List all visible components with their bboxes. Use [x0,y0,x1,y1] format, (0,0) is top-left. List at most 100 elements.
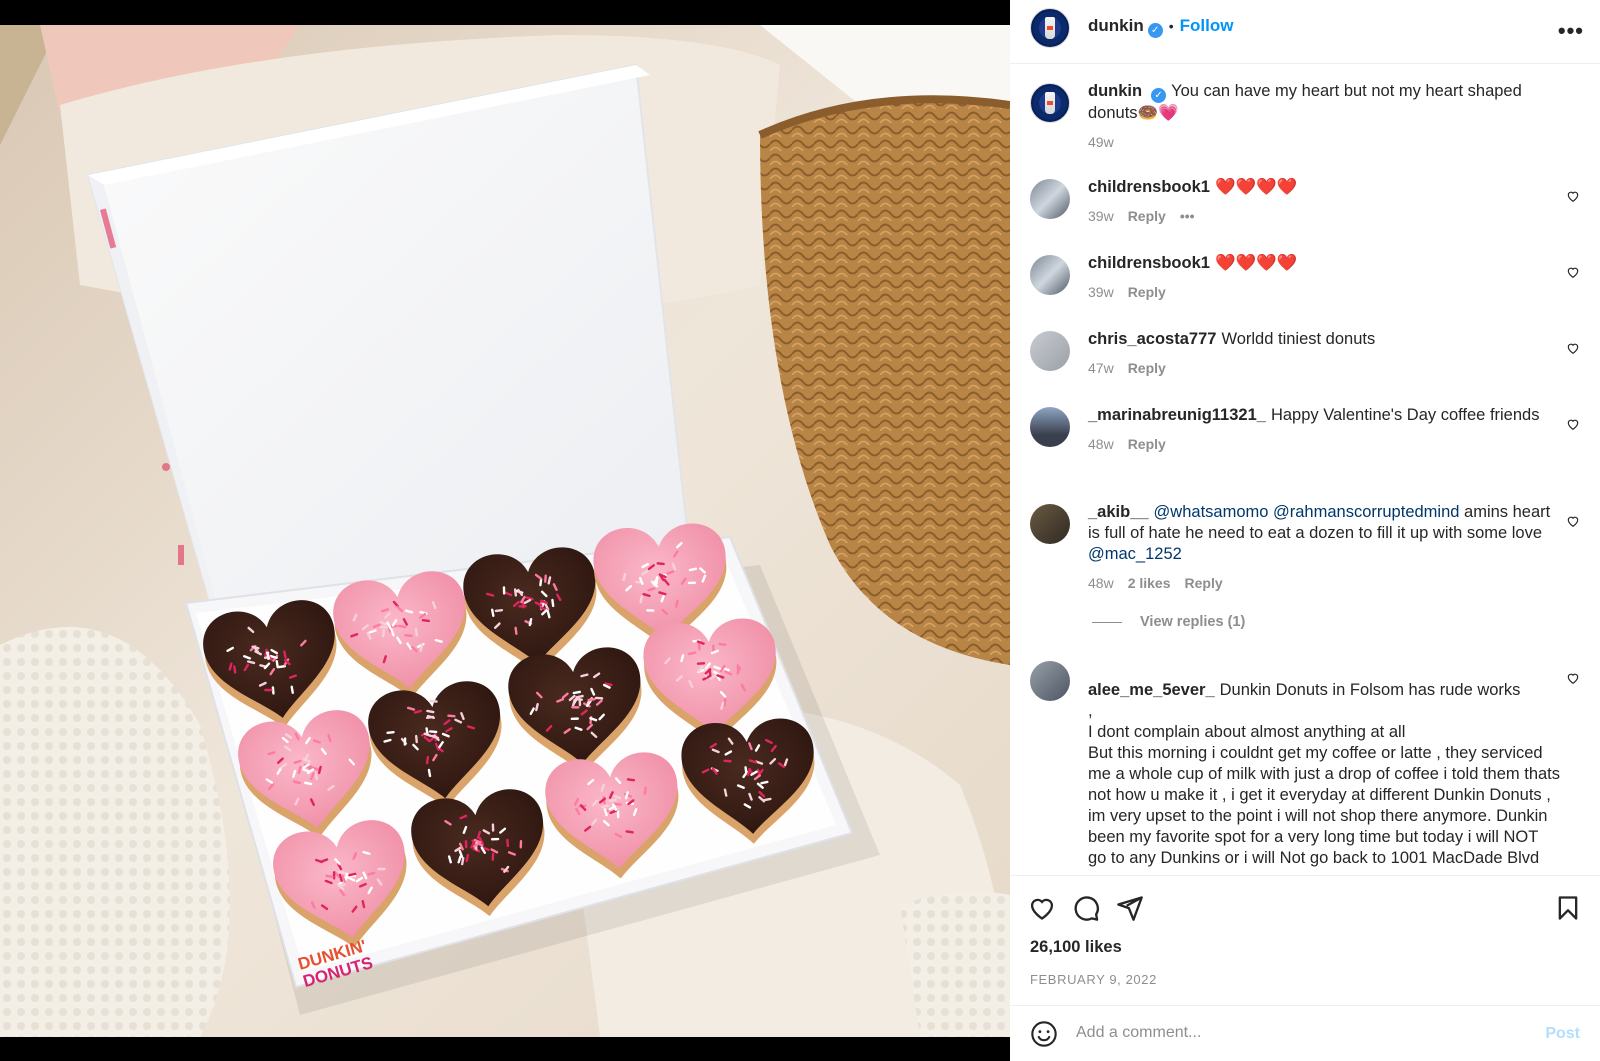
reply-button[interactable]: Reply [1185,575,1223,591]
comment-more-icon[interactable]: ••• [1180,208,1195,224]
like-comment-heart-icon[interactable] [1566,514,1580,528]
likes-count[interactable]: 26,100 likes [1030,938,1122,957]
comment-bubble-icon[interactable] [1072,894,1100,922]
sprinkle [283,650,287,659]
sprinkle [233,665,237,674]
verified-badge-icon: ✓ [1147,23,1163,38]
sprinkle [413,709,423,714]
sprinkle [604,682,613,687]
sprinkle [643,786,647,795]
mention-link[interactable]: @mac_1252 [1088,545,1182,563]
caption-username[interactable]: dunkin [1088,82,1142,100]
sprinkle [763,797,772,802]
like-comment-heart-icon[interactable] [1566,671,1580,685]
mention-link[interactable]: @rahmanscorruptedmind [1273,503,1459,521]
sprinkle [744,766,748,775]
sprinkle [575,694,584,699]
commenter-avatar[interactable] [1030,255,1070,295]
commenter-avatar[interactable] [1030,504,1070,544]
sprinkle [525,596,534,601]
commenter-avatar[interactable] [1030,407,1070,447]
comment-time[interactable]: 48w [1088,436,1114,452]
reply-button[interactable]: Reply [1128,360,1166,376]
sprinkle [718,642,727,646]
comment-username[interactable]: alee_me_5ever_ [1088,681,1215,699]
view-replies-button[interactable]: View replies (1) [1092,614,1245,630]
sprinkle [325,874,334,879]
sprinkle [760,780,769,785]
comment-username[interactable]: chris_acosta777 [1088,330,1216,348]
sprinkle [277,665,287,669]
sprinkle [486,592,495,597]
sprinkle [513,588,518,597]
comment-username[interactable]: _akib__ [1088,503,1149,521]
reply-button[interactable]: Reply [1128,208,1166,224]
follow-button[interactable]: Follow [1180,16,1234,35]
sprinkle [228,662,233,671]
sprinkle [292,769,297,778]
sprinkle [603,808,608,817]
like-comment-heart-icon[interactable] [1566,341,1580,355]
sprinkle [625,830,634,834]
sprinkle [656,562,665,566]
like-comment-heart-icon[interactable] [1566,189,1580,203]
caption-avatar[interactable] [1030,83,1070,123]
sprinkle [723,697,727,707]
comment-username[interactable]: _marinabreunig11321_ [1088,406,1266,424]
post-comment-button[interactable]: Post [1545,1025,1580,1043]
sprinkle [748,759,757,764]
comment-text: ❤️❤️❤️❤️ [1214,254,1298,272]
post-side-panel: dunkin ✓ • Follow ••• dunkin ✓ You can have m… [1010,0,1600,1061]
mention-link[interactable]: @whatsamomo [1154,503,1269,521]
header-username[interactable]: dunkin [1088,16,1144,35]
save-bookmark-icon[interactable] [1554,894,1582,922]
sprinkle [460,856,465,866]
like-comment-heart-icon[interactable] [1566,265,1580,279]
comment-text: Dunkin Donuts in Folsom has rude works ,… [1088,681,1561,867]
post-header: dunkin ✓ • Follow ••• [1010,0,1600,64]
reply-button[interactable]: Reply [1128,436,1166,452]
comment-username[interactable]: childrensbook1 [1088,254,1210,272]
commenter-avatar[interactable] [1030,331,1070,371]
commenter-avatar[interactable] [1030,179,1070,219]
reply-button[interactable]: Reply [1128,284,1166,300]
app-window: DUNKIN' DONUTS dunkin ✓ • Follow ••• dunkin… [0,0,1600,1061]
comment-time[interactable]: 39w [1088,208,1114,224]
sprinkle [361,899,366,909]
sprinkle [337,870,347,875]
sprinkle [723,788,728,797]
share-send-icon[interactable] [1116,894,1144,922]
dunkin-avatar[interactable] [1030,8,1070,48]
sprinkle [680,654,685,663]
post-date[interactable]: FEBRUARY 9, 2022 [1030,972,1157,987]
sprinkle [429,699,438,703]
comment-time[interactable]: 48w [1088,575,1114,591]
sprinkle [297,765,302,775]
sprinkle [293,759,302,764]
comment-username[interactable]: childrensbook1 [1088,178,1210,196]
like-comment-heart-icon[interactable] [1566,417,1580,431]
sprinkle [544,574,547,583]
header-user: dunkin ✓ • Follow [1088,16,1233,38]
sprinkle [466,725,476,730]
comment-input[interactable] [1076,1018,1516,1048]
sprinkle [421,619,431,623]
post-photo[interactable]: DUNKIN' DONUTS [0,25,1010,1037]
comment-time[interactable]: 39w [1088,284,1114,300]
sprinkle [622,572,627,582]
comment-likes[interactable]: 2 likes [1128,575,1171,591]
sprinkle [465,853,470,863]
caption-time[interactable]: 49w [1088,134,1114,150]
sprinkle [269,655,278,659]
sprinkle [348,872,357,877]
sprinkle [425,715,435,720]
like-heart-icon[interactable] [1028,894,1056,922]
sprinkle [447,714,456,718]
sprinkle [720,701,725,710]
sprinkle [642,592,651,598]
more-options-icon[interactable]: ••• [1558,18,1584,44]
commenter-avatar[interactable] [1030,661,1070,701]
smiley-icon[interactable] [1030,1020,1058,1048]
comments-list[interactable]: dunkin ✓ You can have my heart but not my … [1010,65,1600,875]
comment-time[interactable]: 47w [1088,360,1114,376]
